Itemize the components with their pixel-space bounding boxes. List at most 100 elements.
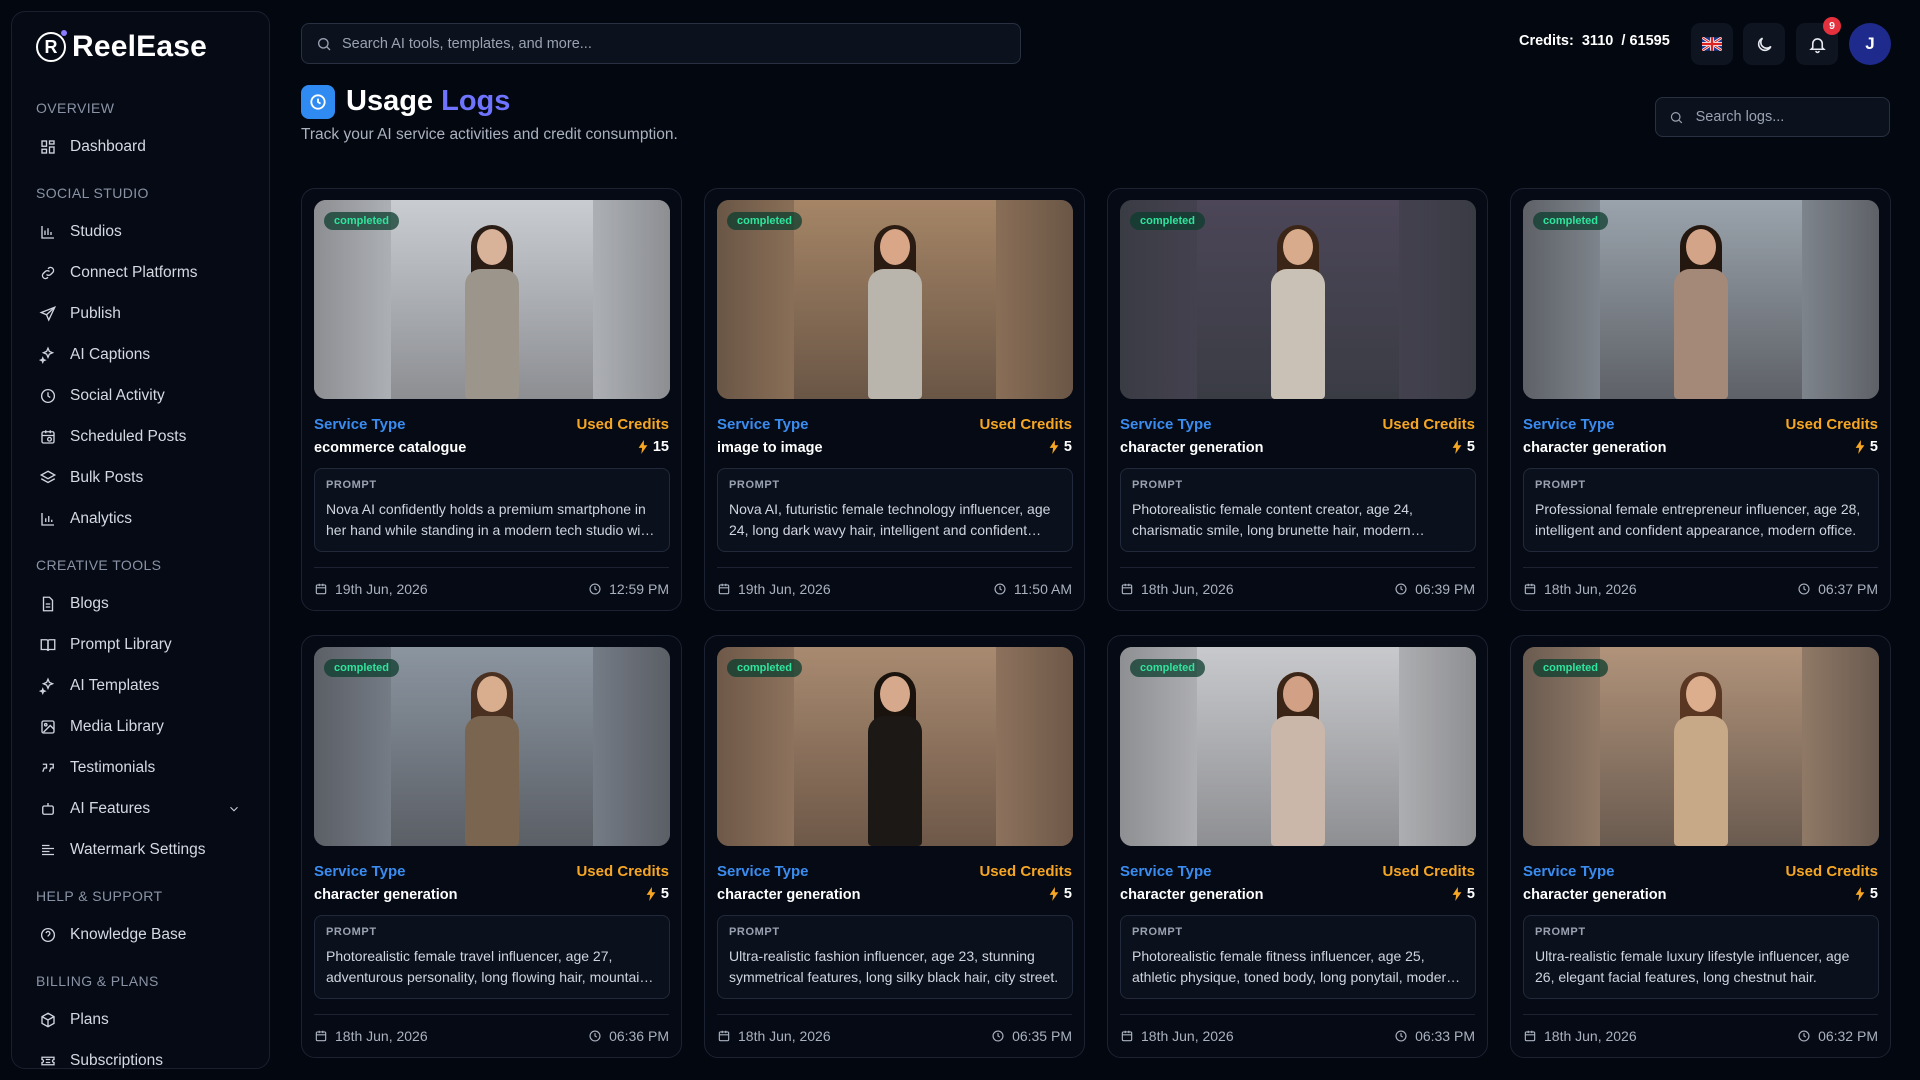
service-type-value: image to image bbox=[717, 440, 823, 456]
sidebar-item-label: Studios bbox=[70, 222, 122, 240]
clock-icon bbox=[589, 1030, 601, 1042]
sidebar-item-label: Knowledge Base bbox=[70, 925, 187, 943]
sidebar-item-label: Subscriptions bbox=[70, 1051, 164, 1069]
usage-log-card[interactable]: completed Service Type Used Credits char… bbox=[301, 635, 682, 1058]
global-search-input[interactable] bbox=[342, 35, 976, 52]
page-subtitle: Track your AI service activities and cre… bbox=[301, 126, 678, 143]
card-divider bbox=[314, 1014, 669, 1015]
package-icon bbox=[41, 1011, 55, 1028]
quote-icon bbox=[42, 763, 54, 772]
usage-log-card[interactable]: completed Service Type Used Credits char… bbox=[1510, 188, 1891, 611]
usage-log-card[interactable]: completed Service Type Used Credits char… bbox=[1107, 635, 1488, 1058]
generated-image-thumbnail[interactable]: completed bbox=[1120, 200, 1476, 399]
service-type-value: character generation bbox=[314, 887, 458, 903]
sidebar-item-prompt-library[interactable]: Prompt Library bbox=[12, 624, 269, 665]
sidebar-item-label: Social Activity bbox=[70, 386, 165, 404]
used-credits-label: Used Credits bbox=[1785, 863, 1878, 880]
theme-toggle-button[interactable] bbox=[1743, 23, 1785, 65]
status-badge: completed bbox=[727, 212, 803, 230]
prompt-box: PROMPT Photorealistic female travel infl… bbox=[314, 915, 670, 999]
status-badge: completed bbox=[324, 212, 400, 230]
generated-image-thumbnail[interactable]: completed bbox=[1523, 647, 1879, 846]
log-search-input[interactable] bbox=[1695, 109, 1889, 125]
sidebar-item-dashboard[interactable]: Dashboard bbox=[12, 126, 269, 167]
file-text-icon bbox=[42, 596, 54, 611]
moon-icon bbox=[1757, 36, 1772, 51]
used-credits-value: 5 bbox=[1451, 886, 1475, 902]
calendar-icon bbox=[315, 583, 327, 595]
service-type-label: Service Type bbox=[314, 863, 406, 880]
app-logo[interactable]: R ReelEase bbox=[36, 30, 207, 64]
calendar-icon bbox=[718, 583, 730, 595]
generated-image-thumbnail[interactable]: completed bbox=[717, 647, 1073, 846]
status-badge: completed bbox=[324, 659, 400, 677]
sidebar-item-studios[interactable]: Studios bbox=[12, 211, 269, 252]
nav-section-help-support: HELP & SUPPORT bbox=[36, 888, 163, 904]
sidebar-item-ai-templates[interactable]: AI Templates bbox=[12, 665, 269, 706]
calendar-clock-icon bbox=[41, 429, 55, 444]
log-time: 12:59 PM bbox=[588, 581, 669, 597]
sparkles-icon bbox=[39, 346, 55, 364]
sidebar-item-connect-platforms[interactable]: Connect Platforms bbox=[12, 252, 269, 293]
prompt-label: PROMPT bbox=[1132, 479, 1183, 491]
service-type-value: character generation bbox=[1523, 887, 1667, 903]
sidebar-item-subscriptions[interactable]: Subscriptions bbox=[12, 1040, 269, 1069]
sidebar-item-bulk-posts[interactable]: Bulk Posts bbox=[12, 457, 269, 498]
credits-display: Credits: 3110 / 61595 bbox=[1519, 33, 1670, 49]
generated-image-thumbnail[interactable]: completed bbox=[1120, 647, 1476, 846]
generated-image-thumbnail[interactable]: completed bbox=[717, 200, 1073, 399]
sparkles-icon bbox=[39, 677, 55, 695]
generated-image-thumbnail[interactable]: completed bbox=[314, 200, 670, 399]
usage-log-card[interactable]: completed Service Type Used Credits char… bbox=[1107, 188, 1488, 611]
sidebar-item-blogs[interactable]: Blogs bbox=[12, 583, 269, 624]
usage-logs-clock-icon bbox=[301, 85, 335, 119]
sidebar-item-media-library[interactable]: Media Library bbox=[12, 706, 269, 747]
person-figure bbox=[1666, 672, 1736, 846]
status-badge: completed bbox=[1130, 212, 1206, 230]
service-type-label: Service Type bbox=[1120, 416, 1212, 433]
log-date: 18th Jun, 2026 bbox=[1523, 1028, 1637, 1044]
sidebar-item-plans[interactable]: Plans bbox=[12, 999, 269, 1040]
log-time: 11:50 AM bbox=[993, 581, 1072, 597]
credits-used: 3110 bbox=[1581, 33, 1614, 49]
prompt-box: PROMPT Photorealistic female content cre… bbox=[1120, 468, 1476, 552]
log-date: 18th Jun, 2026 bbox=[314, 1028, 428, 1044]
sidebar-item-ai-features[interactable]: AI Features bbox=[12, 788, 269, 829]
prompt-label: PROMPT bbox=[1535, 926, 1586, 938]
service-type-label: Service Type bbox=[717, 863, 809, 880]
global-search[interactable] bbox=[301, 23, 1021, 64]
sidebar-item-watermark-settings[interactable]: Watermark Settings bbox=[12, 829, 269, 870]
clock-icon bbox=[1798, 1030, 1810, 1042]
sidebar-item-label: Bulk Posts bbox=[70, 468, 144, 486]
usage-log-card[interactable]: completed Service Type Used Credits ecom… bbox=[301, 188, 682, 611]
card-divider bbox=[1120, 1014, 1475, 1015]
sidebar-item-ai-captions[interactable]: AI Captions bbox=[12, 334, 269, 375]
sidebar-item-label: Plans bbox=[70, 1010, 109, 1028]
sidebar-item-testimonials[interactable]: Testimonials bbox=[12, 747, 269, 788]
prompt-text: Nova AI, futuristic female technology in… bbox=[729, 501, 1051, 538]
generated-image-thumbnail[interactable]: completed bbox=[1523, 200, 1879, 399]
notifications-button[interactable]: 9 bbox=[1796, 17, 1841, 65]
prompt-box: PROMPT Photorealistic female fitness inf… bbox=[1120, 915, 1476, 999]
service-type-label: Service Type bbox=[1523, 863, 1615, 880]
sidebar-item-analytics[interactable]: Analytics bbox=[12, 498, 269, 539]
language-button[interactable] bbox=[1691, 23, 1733, 65]
status-badge: completed bbox=[1533, 212, 1609, 230]
sidebar-item-social-activity[interactable]: Social Activity bbox=[12, 375, 269, 416]
sidebar-item-knowledge-base[interactable]: Knowledge Base bbox=[12, 914, 269, 955]
chevron-down-icon bbox=[230, 806, 238, 811]
sidebar-item-publish[interactable]: Publish bbox=[12, 293, 269, 334]
app-name: ReelEase bbox=[72, 30, 208, 63]
calendar-icon bbox=[1121, 1030, 1133, 1042]
ticket-icon bbox=[41, 1056, 55, 1065]
prompt-label: PROMPT bbox=[729, 479, 780, 491]
log-search[interactable] bbox=[1655, 97, 1890, 137]
usage-log-card[interactable]: completed Service Type Used Credits imag… bbox=[704, 188, 1085, 611]
usage-log-card[interactable]: completed Service Type Used Credits char… bbox=[704, 635, 1085, 1058]
user-avatar[interactable]: J bbox=[1849, 23, 1891, 65]
log-date: 18th Jun, 2026 bbox=[1120, 581, 1234, 597]
generated-image-thumbnail[interactable]: completed bbox=[314, 647, 670, 846]
sidebar-item-scheduled-posts[interactable]: Scheduled Posts bbox=[12, 416, 269, 457]
usage-log-card[interactable]: completed Service Type Used Credits char… bbox=[1510, 635, 1891, 1058]
used-credits-label: Used Credits bbox=[979, 416, 1072, 433]
